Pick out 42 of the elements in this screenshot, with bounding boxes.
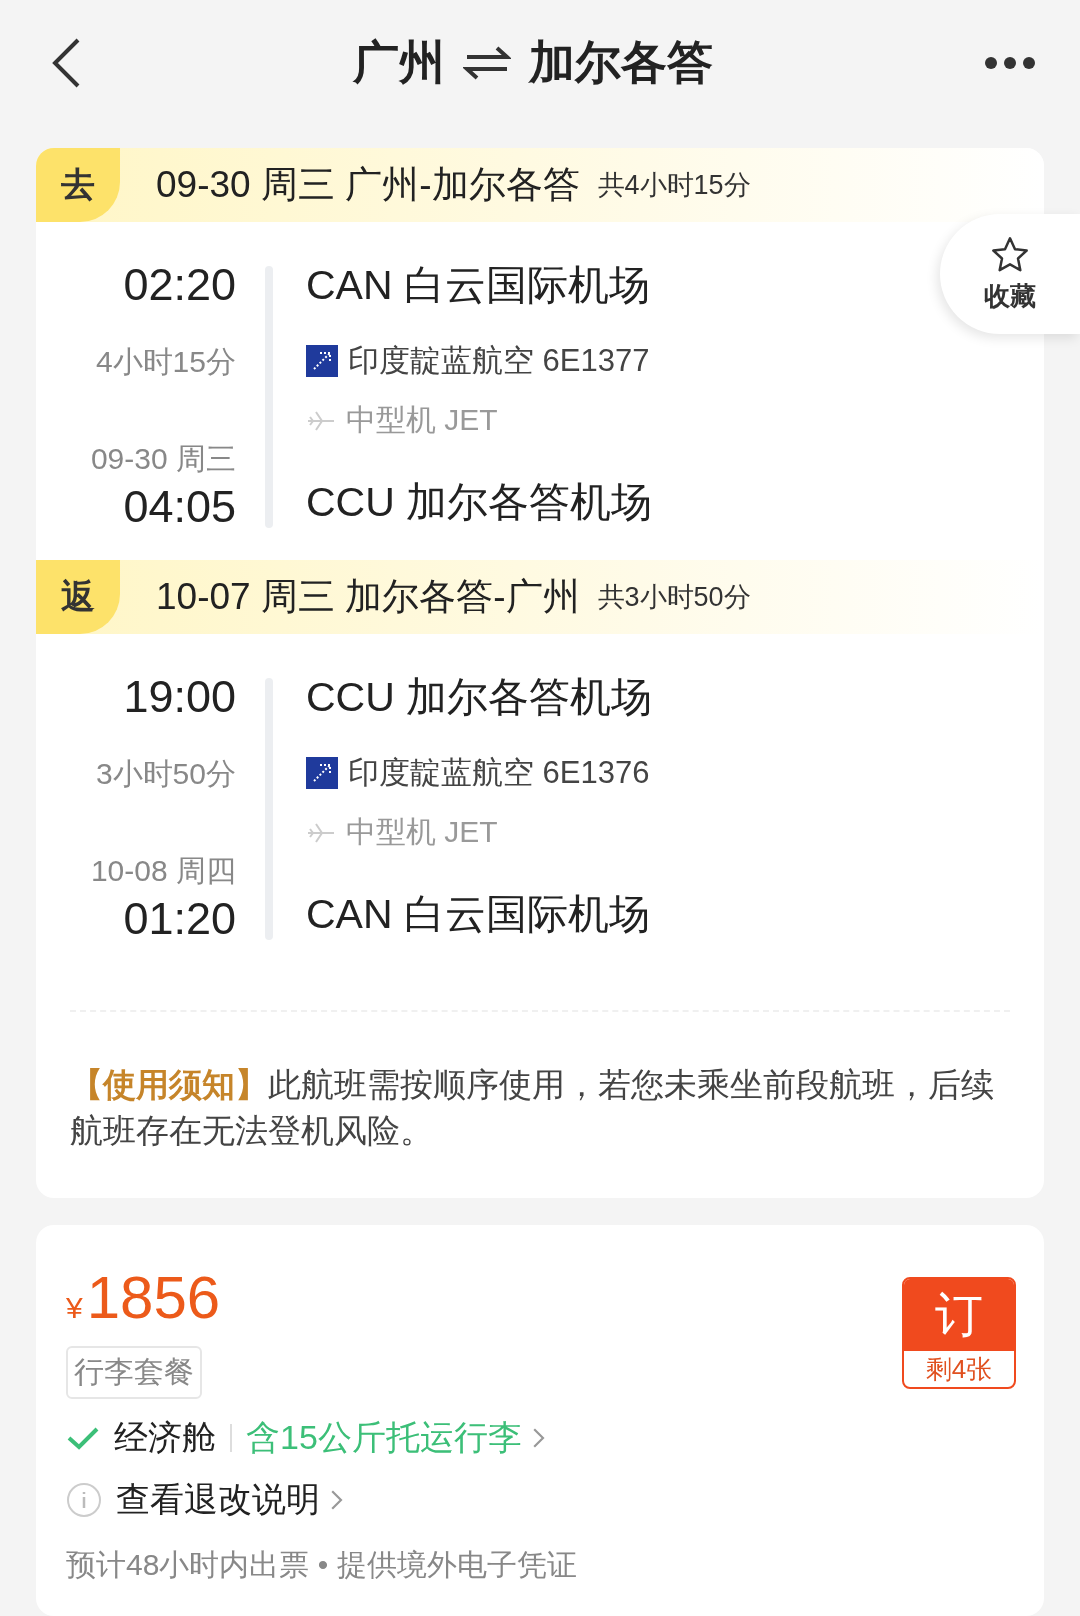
departure-time: 19:00 bbox=[123, 670, 236, 724]
leg-date-route: 10-07 周三 加尔各答-广州 bbox=[156, 575, 580, 619]
flight-duration: 4小时15分 bbox=[95, 344, 236, 380]
airline-flight: 印度靛蓝航空 6E1377 bbox=[348, 342, 650, 380]
departure-airport: CAN 白云国际机场 bbox=[306, 261, 650, 310]
more-button[interactable] bbox=[984, 55, 1036, 70]
usage-notice: 【使用须知】此航班需按顺序使用，若您未乘坐前段航班，后续航班存在无法登机风险。 bbox=[69, 1066, 995, 1151]
origin-city: 广州 bbox=[353, 34, 445, 90]
arrival-date: 10-08 周四 bbox=[90, 853, 236, 889]
currency-symbol: ¥ bbox=[66, 1291, 83, 1325]
departure-time: 02:20 bbox=[123, 258, 236, 312]
chevron-icon bbox=[330, 1489, 344, 1511]
leg-tag: 去 bbox=[36, 148, 120, 222]
arrival-airport: CCU 加尔各答机场 bbox=[306, 478, 653, 527]
leg-date-route: 09-30 周三 广州-加尔各答 bbox=[156, 163, 580, 207]
departure-airport: CCU 加尔各答机场 bbox=[306, 673, 653, 722]
leg-tag: 返 bbox=[36, 560, 120, 634]
back-button[interactable] bbox=[50, 36, 82, 89]
chevron-icon bbox=[531, 1427, 545, 1449]
airline-flight: 印度靛蓝航空 6E1376 bbox=[348, 754, 650, 792]
leg-total-duration: 共3小时50分 bbox=[597, 581, 751, 614]
cabin-class: 经济舱 bbox=[114, 1417, 216, 1458]
arrival-airport: CAN 白云国际机场 bbox=[306, 890, 650, 939]
refund-policy-link[interactable]: 查看退改说明 bbox=[116, 1477, 344, 1523]
check-icon bbox=[66, 1425, 100, 1451]
aircraft-type: 中型机 JET bbox=[346, 814, 498, 850]
destination-city: 加尔各答 bbox=[529, 34, 713, 90]
arrival-time: 01:20 bbox=[123, 892, 236, 946]
price: 1856 bbox=[86, 1263, 221, 1332]
swap-arrows-icon bbox=[463, 44, 511, 81]
package-tag: 行李套餐 bbox=[66, 1346, 202, 1399]
flight-duration: 3小时50分 bbox=[95, 756, 236, 792]
airline-logo-icon bbox=[306, 757, 338, 789]
favorite-button[interactable]: 收藏 bbox=[940, 214, 1080, 334]
ticketing-note: 预计48小时内出票 • 提供境外电子凭证 bbox=[66, 1547, 578, 1583]
airline-logo-icon bbox=[306, 345, 338, 377]
arrival-date: 09-30 周三 bbox=[90, 441, 236, 477]
aircraft-type: 中型机 JET bbox=[346, 402, 498, 438]
leg-total-duration: 共4小时15分 bbox=[597, 169, 751, 202]
arrival-time: 04:05 bbox=[123, 480, 236, 534]
info-icon bbox=[66, 1482, 102, 1518]
book-button[interactable]: 订 剩4张 bbox=[902, 1277, 1016, 1389]
